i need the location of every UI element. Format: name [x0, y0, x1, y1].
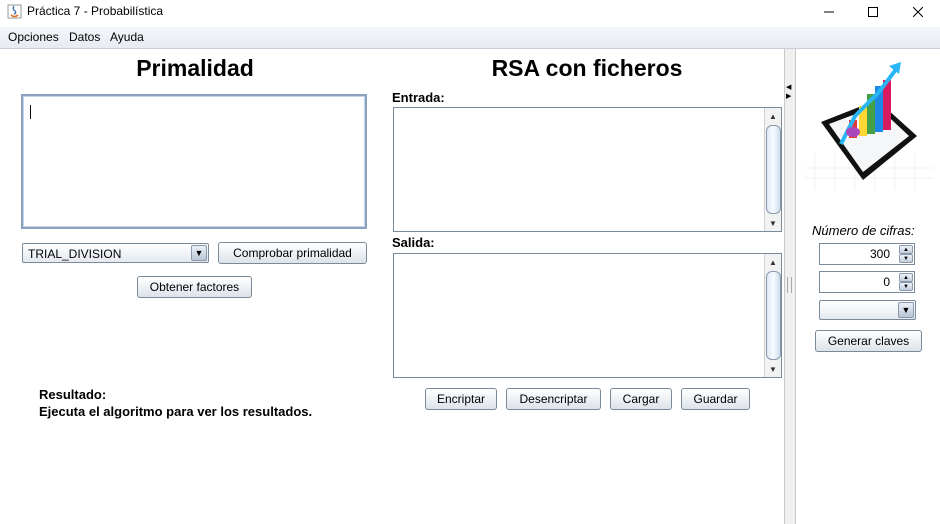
- chevron-down-icon[interactable]: ▼: [191, 245, 207, 261]
- digits-label: Número de cifras:: [812, 223, 915, 238]
- input-scrollbar[interactable]: ▲ ▼: [764, 108, 781, 231]
- menu-bar: Opciones Datos Ayuda: [0, 27, 940, 49]
- scroll-up-icon[interactable]: ▲: [765, 108, 781, 124]
- menu-datos[interactable]: Datos: [69, 30, 100, 44]
- decrypt-button[interactable]: Desencriptar: [506, 388, 601, 410]
- scroll-down-icon[interactable]: ▼: [765, 215, 781, 231]
- menu-opciones[interactable]: Opciones: [8, 30, 59, 44]
- menu-ayuda[interactable]: Ayuda: [110, 30, 144, 44]
- rsa-title: RSA con ficheros: [491, 55, 683, 81]
- output-scrollbar[interactable]: ▲ ▼: [764, 254, 781, 377]
- minimize-button[interactable]: [806, 0, 852, 24]
- input-label: Entrada:: [392, 90, 445, 105]
- maximize-icon: [868, 7, 878, 17]
- primality-title: Primalidad: [136, 55, 254, 81]
- spin-up-icon[interactable]: ▲: [899, 273, 913, 282]
- spin-down-icon[interactable]: ▼: [899, 282, 913, 291]
- rsa-input-textarea[interactable]: ▲ ▼: [393, 107, 782, 232]
- spin-up-icon[interactable]: ▲: [899, 245, 913, 254]
- load-button[interactable]: Cargar: [610, 388, 672, 410]
- digits-spinner[interactable]: 300 ▲ ▼: [819, 243, 915, 265]
- java-app-icon: [7, 4, 22, 19]
- second-spinner[interactable]: 0 ▲ ▼: [819, 271, 915, 293]
- minimize-icon: [824, 11, 834, 13]
- divider-arrows-icon[interactable]: ◀ ▶: [786, 83, 791, 101]
- result-label: Resultado:: [39, 387, 107, 402]
- save-button[interactable]: Guardar: [681, 388, 750, 410]
- title-bar: Práctica 7 - Probabilística: [0, 0, 940, 24]
- scroll-thumb[interactable]: [766, 125, 781, 214]
- window-title: Práctica 7 - Probabilística: [27, 4, 164, 18]
- divider-grip-icon: [787, 277, 792, 293]
- chart-illustration-icon: [805, 62, 933, 190]
- second-value: 0: [883, 275, 890, 289]
- encrypt-button[interactable]: Encriptar: [425, 388, 497, 410]
- close-icon: [913, 7, 923, 17]
- algorithm-select[interactable]: TRIAL_DIVISION ▼: [22, 243, 209, 263]
- generate-keys-button[interactable]: Generar claves: [815, 330, 922, 352]
- text-caret: [30, 105, 31, 119]
- primality-number-input[interactable]: [21, 94, 367, 229]
- algorithm-select-value: TRIAL_DIVISION: [28, 247, 122, 261]
- check-primality-button[interactable]: Comprobar primalidad: [218, 242, 367, 264]
- output-label: Salida:: [392, 235, 435, 250]
- maximize-button[interactable]: [850, 0, 896, 24]
- scroll-down-icon[interactable]: ▼: [765, 361, 781, 377]
- close-button[interactable]: [895, 0, 940, 24]
- scroll-up-icon[interactable]: ▲: [765, 254, 781, 270]
- split-pane-divider[interactable]: ◀ ▶: [784, 49, 796, 524]
- result-text: Ejecuta el algoritmo para ver los result…: [39, 404, 313, 419]
- scroll-thumb[interactable]: [766, 271, 781, 360]
- chevron-down-icon[interactable]: ▼: [898, 302, 914, 318]
- get-factors-button[interactable]: Obtener factores: [137, 276, 252, 298]
- digits-value: 300: [869, 247, 890, 261]
- spin-down-icon[interactable]: ▼: [899, 254, 913, 263]
- rsa-output-textarea[interactable]: ▲ ▼: [393, 253, 782, 378]
- key-options-select[interactable]: ▼: [819, 300, 916, 320]
